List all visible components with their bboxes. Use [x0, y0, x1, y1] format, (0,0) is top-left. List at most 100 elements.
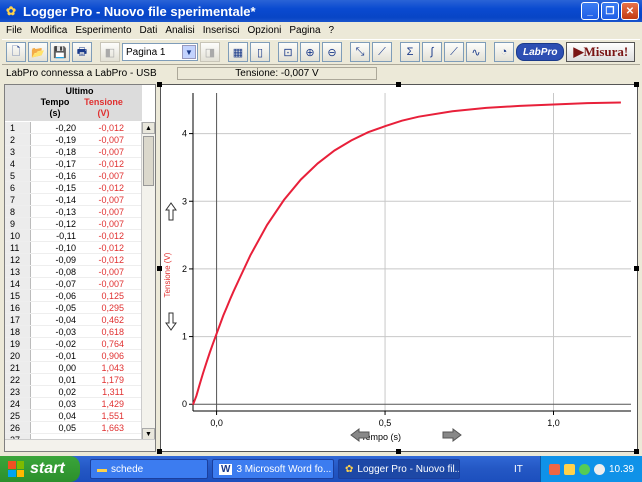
menu-modifica[interactable]: Modifica — [26, 25, 71, 36]
resize-handle[interactable] — [157, 266, 162, 271]
menu-help[interactable]: ? — [325, 25, 339, 36]
cell-time[interactable]: -0,06 — [31, 290, 79, 301]
table-row[interactable]: 22 0,01 1,179 — [5, 374, 142, 386]
network-icon[interactable] — [593, 463, 605, 475]
table-row[interactable]: 20 -0,01 0,906 — [5, 350, 142, 362]
open-folder-icon[interactable]: 📂 — [28, 42, 48, 62]
cell-voltage[interactable]: 0,295 — [79, 302, 128, 313]
close-button[interactable]: ✕ — [621, 2, 639, 20]
cell-time[interactable]: 0,04 — [31, 410, 79, 421]
cell-voltage[interactable]: -0,012 — [79, 242, 128, 253]
scroll-up-icon[interactable]: ▲ — [142, 122, 155, 134]
title-bar[interactable]: ✿ Logger Pro - Nuovo file sperimentale* … — [0, 0, 642, 22]
scroll-thumb[interactable] — [143, 136, 154, 186]
data-table[interactable]: Ultimo Tempo (s) Tensione (V) 1 -0,20 -0,0… — [4, 84, 156, 452]
cell-voltage[interactable]: -0,007 — [79, 170, 128, 181]
cell-time[interactable]: -0,12 — [31, 218, 79, 229]
cell-voltage[interactable]: -0,012 — [79, 254, 128, 265]
cell-time[interactable]: -0,07 — [31, 278, 79, 289]
task-word[interactable]: W 3 Microsoft Word fo... ▼ — [212, 459, 334, 479]
table-row[interactable]: 21 0,00 1,043 — [5, 362, 142, 374]
cell-voltage[interactable]: 1,663 — [79, 422, 128, 433]
cell-voltage[interactable]: -0,012 — [79, 182, 128, 193]
cell-voltage[interactable]: 0,125 — [79, 290, 128, 301]
examine-icon[interactable]: ⤡ — [350, 42, 370, 62]
cell-voltage[interactable]: 1,043 — [79, 362, 128, 373]
cell-voltage[interactable]: 1,179 — [79, 374, 128, 385]
curve-fit-icon[interactable]: ∿ — [466, 42, 486, 62]
table-row[interactable]: 14 -0,07 -0,007 — [5, 278, 142, 290]
labpro-button[interactable]: LabPro — [516, 43, 565, 61]
cell-voltage[interactable]: -0,007 — [79, 218, 128, 229]
zoom-out-icon[interactable]: ⊖ — [322, 42, 342, 62]
start-button[interactable]: start — [0, 456, 80, 482]
cell-voltage[interactable]: 1,429 — [79, 398, 128, 409]
task-schede[interactable]: ▬ schede — [90, 459, 208, 479]
volume-icon[interactable] — [578, 463, 590, 475]
column-header-time[interactable]: Tempo (s) — [31, 97, 79, 121]
table-row[interactable]: 24 0,03 1,429 — [5, 398, 142, 410]
statistics-icon[interactable]: Σ — [400, 42, 420, 62]
resize-handle[interactable] — [634, 82, 639, 87]
resize-handle[interactable] — [396, 449, 401, 454]
table-horizontal-scrollbar[interactable] — [5, 439, 155, 451]
menu-opzioni[interactable]: Opzioni — [243, 25, 285, 36]
cell-voltage[interactable]: -0,007 — [79, 266, 128, 277]
cell-time[interactable]: 0,02 — [31, 386, 79, 397]
cell-voltage[interactable]: -0,007 — [79, 278, 128, 289]
table-row[interactable]: 2 -0,19 -0,007 — [5, 134, 142, 146]
resize-handle[interactable] — [634, 449, 639, 454]
page-next-icon[interactable]: ◨ — [200, 42, 220, 62]
table-row[interactable]: 9 -0,12 -0,007 — [5, 218, 142, 230]
cell-time[interactable]: 0,01 — [31, 374, 79, 385]
table-row[interactable]: 23 0,02 1,311 — [5, 386, 142, 398]
cell-time[interactable]: -0,01 — [31, 350, 79, 361]
integral-icon[interactable]: ∫ — [422, 42, 442, 62]
language-indicator[interactable]: IT — [514, 464, 523, 475]
cell-time[interactable]: -0,11 — [31, 230, 79, 241]
table-row[interactable]: 25 0,04 1,551 — [5, 410, 142, 422]
voltage-series-line[interactable] — [192, 101, 621, 406]
menu-inserisci[interactable]: Inserisci — [199, 25, 244, 36]
cell-time[interactable]: -0,18 — [31, 146, 79, 157]
cell-voltage[interactable]: -0,012 — [79, 230, 128, 241]
save-icon[interactable]: 💾 — [50, 42, 70, 62]
table-row[interactable]: 18 -0,03 0,618 — [5, 326, 142, 338]
table-row[interactable]: 1 -0,20 -0,012 — [5, 122, 142, 134]
task-logger-pro[interactable]: ✿ Logger Pro - Nuovo fil... — [338, 459, 460, 479]
table-row[interactable]: 6 -0,15 -0,012 — [5, 182, 142, 194]
cell-voltage[interactable]: -0,007 — [79, 194, 128, 205]
cell-voltage[interactable]: 0,906 — [79, 350, 128, 361]
cell-time[interactable]: -0,14 — [31, 194, 79, 205]
cell-time[interactable]: 0,05 — [31, 422, 79, 433]
minimize-button[interactable]: _ — [581, 2, 599, 20]
table-icon[interactable]: ▦ — [228, 42, 248, 62]
table-row[interactable]: 11 -0,10 -0,012 — [5, 242, 142, 254]
tray-app-icon[interactable] — [548, 463, 560, 475]
cell-time[interactable]: -0,20 — [31, 122, 79, 133]
resize-handle[interactable] — [157, 449, 162, 454]
table-row[interactable]: 8 -0,13 -0,007 — [5, 206, 142, 218]
table-row[interactable]: 4 -0,17 -0,012 — [5, 158, 142, 170]
tray-app-icon[interactable] — [563, 463, 575, 475]
table-row[interactable]: 7 -0,14 -0,007 — [5, 194, 142, 206]
cell-time[interactable]: -0,19 — [31, 134, 79, 145]
cell-time[interactable]: -0,10 — [31, 242, 79, 253]
cell-time[interactable]: -0,05 — [31, 302, 79, 313]
cell-voltage[interactable]: -0,007 — [79, 146, 128, 157]
table-row[interactable]: 26 0,05 1,663 — [5, 422, 142, 434]
tangent-icon[interactable]: ⟋ — [372, 42, 392, 62]
table-vertical-scrollbar[interactable]: ▲ ▼ — [141, 122, 155, 440]
cell-time[interactable]: -0,04 — [31, 314, 79, 325]
resize-handle[interactable] — [634, 266, 639, 271]
autoscale-icon[interactable]: ⊡ — [278, 42, 298, 62]
maximize-button[interactable]: ❐ — [601, 2, 619, 20]
cell-voltage[interactable]: 0,764 — [79, 338, 128, 349]
cell-voltage[interactable]: -0,012 — [79, 158, 128, 169]
table-row[interactable]: 17 -0,04 0,462 — [5, 314, 142, 326]
table-row[interactable]: 5 -0,16 -0,007 — [5, 170, 142, 182]
scroll-down-arrow-icon[interactable] — [165, 312, 177, 331]
cell-time[interactable]: -0,17 — [31, 158, 79, 169]
data-collection-icon[interactable]: ◔ — [494, 42, 514, 62]
cell-voltage[interactable]: 1,551 — [79, 410, 128, 421]
